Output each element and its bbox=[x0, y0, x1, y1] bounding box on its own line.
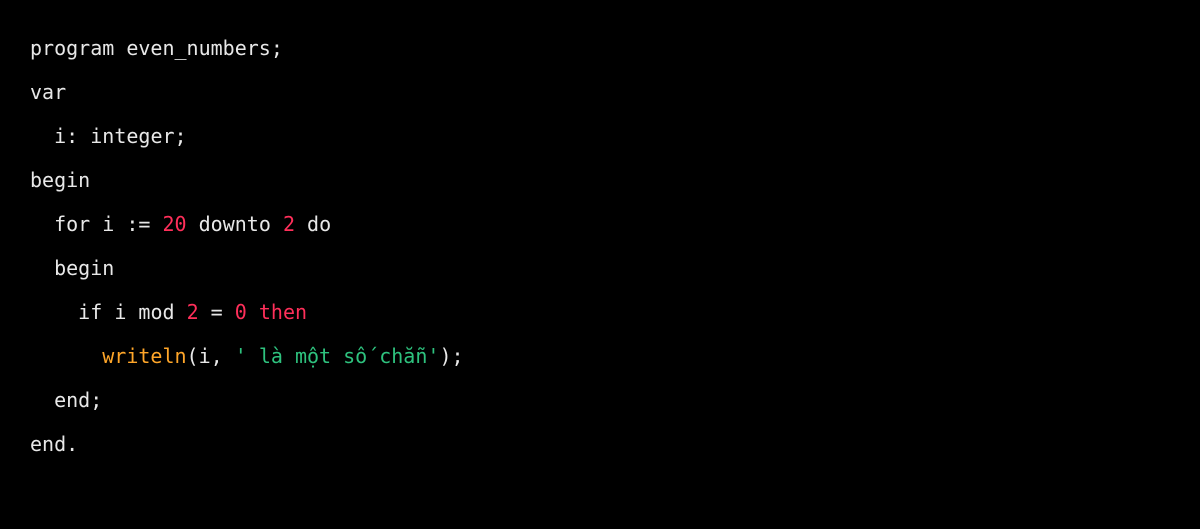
number-0: 0 bbox=[235, 300, 247, 324]
code-line-1: program even_numbers; bbox=[30, 36, 283, 60]
identifier-program-name: even_numbers bbox=[126, 36, 271, 60]
code-line-10: end. bbox=[30, 432, 78, 456]
keyword-for: for bbox=[54, 212, 90, 236]
semicolon: ; bbox=[90, 388, 102, 412]
identifier-i: i bbox=[114, 300, 126, 324]
keyword-begin: begin bbox=[54, 256, 114, 280]
string-literal: ' là một số chẵn' bbox=[235, 344, 440, 368]
code-line-5: for i := 20 downto 2 do bbox=[30, 212, 331, 236]
identifier-i: i bbox=[199, 344, 211, 368]
comma: , bbox=[211, 344, 223, 368]
keyword-then: then bbox=[259, 300, 307, 324]
keyword-do: do bbox=[307, 212, 331, 236]
keyword-program: program bbox=[30, 36, 114, 60]
assign-op: := bbox=[126, 212, 150, 236]
keyword-downto: downto bbox=[199, 212, 271, 236]
lparen: ( bbox=[187, 344, 199, 368]
semicolon: ; bbox=[175, 124, 187, 148]
number-20: 20 bbox=[163, 212, 187, 236]
code-line-2: var bbox=[30, 80, 66, 104]
keyword-var: var bbox=[30, 80, 66, 104]
dot: . bbox=[66, 432, 78, 456]
keyword-end: end bbox=[30, 432, 66, 456]
keyword-end: end bbox=[54, 388, 90, 412]
code-line-4: begin bbox=[30, 168, 90, 192]
semicolon: ; bbox=[451, 344, 463, 368]
number-2: 2 bbox=[283, 212, 295, 236]
semicolon: ; bbox=[271, 36, 283, 60]
code-line-6: begin bbox=[30, 256, 114, 280]
code-line-9: end; bbox=[30, 388, 102, 412]
identifier-i: i bbox=[54, 124, 66, 148]
code-line-7: if i mod 2 = 0 then bbox=[30, 300, 307, 324]
keyword-if: if bbox=[78, 300, 102, 324]
equals-op: = bbox=[211, 300, 223, 324]
code-line-3: i: integer; bbox=[30, 124, 187, 148]
keyword-mod: mod bbox=[138, 300, 174, 324]
number-2: 2 bbox=[187, 300, 199, 324]
colon: : bbox=[66, 124, 78, 148]
function-writeln: writeln bbox=[102, 344, 186, 368]
code-line-8: writeln(i, ' là một số chẵn'); bbox=[30, 344, 464, 368]
type-integer: integer bbox=[90, 124, 174, 148]
identifier-i: i bbox=[102, 212, 114, 236]
code-block: program even_numbers; var i: integer; be… bbox=[0, 0, 1200, 492]
keyword-begin: begin bbox=[30, 168, 90, 192]
rparen: ) bbox=[439, 344, 451, 368]
